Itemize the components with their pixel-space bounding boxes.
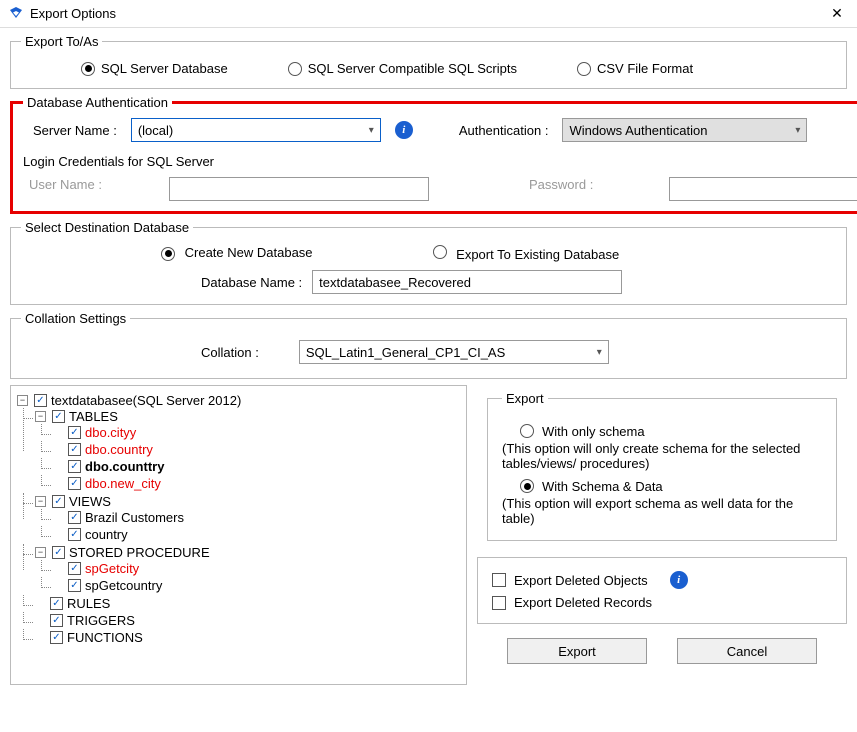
export-to-as-group: Export To/As SQL Server Database SQL Ser… [10,34,847,89]
radio-label: SQL Server Compatible SQL Scripts [308,61,517,76]
radio-create-new-db[interactable]: Create New Database [161,245,313,262]
collapse-icon[interactable]: − [35,411,46,422]
info-icon[interactable]: i [395,121,413,139]
export-to-as-legend: Export To/As [21,34,102,49]
collation-value: SQL_Latin1_General_CP1_CI_AS [306,345,505,360]
tree-checkbox[interactable]: ✓ [52,546,65,559]
radio-label: SQL Server Database [101,61,228,76]
tree-item[interactable]: dbo.new_city [85,476,161,491]
tree-checkbox[interactable]: ✓ [52,495,65,508]
tree-item[interactable]: spGetcountry [85,578,162,593]
schema-data-description: (This option will export schema as well … [502,496,793,526]
tree-checkbox[interactable]: ✓ [50,614,63,627]
radio-with-schema-data[interactable]: With Schema & Data [542,479,663,494]
tree-checkbox[interactable]: ✓ [68,477,81,490]
tree-item[interactable]: spGetcity [85,561,139,576]
checkbox-export-deleted-records[interactable] [492,596,506,610]
tree-item[interactable]: country [85,527,128,542]
radio-icon[interactable] [520,479,534,493]
collation-select[interactable]: SQL_Latin1_General_CP1_CI_AS ▾ [299,340,609,364]
export-deleted-records-label: Export Deleted Records [514,595,652,610]
schema-only-description: (This option will only create schema for… [502,441,800,471]
tree-checkbox[interactable]: ✓ [52,410,65,423]
database-name-label: Database Name : [201,275,302,290]
radio-sql-server-db[interactable]: SQL Server Database [81,61,228,76]
chevron-down-icon: ▾ [597,347,602,358]
radio-label: Create New Database [185,245,313,260]
password-label: Password : [529,177,629,201]
collation-settings-legend: Collation Settings [21,311,130,326]
collapse-icon[interactable]: − [35,496,46,507]
radio-icon [433,245,447,259]
radio-label: Export To Existing Database [456,247,619,262]
tree-root[interactable]: textdatabasee(SQL Server 2012) [51,393,241,408]
authentication-value: Windows Authentication [569,123,707,138]
export-options-group: Export With only schema (This option wil… [487,391,837,541]
collapse-icon[interactable]: − [35,547,46,558]
export-options-legend: Export [502,391,548,406]
server-name-label: Server Name : [33,123,117,138]
database-authentication-group: Database Authentication Server Name : (l… [10,95,857,214]
tree-item[interactable]: dbo.counttry [85,459,164,474]
radio-export-existing-db[interactable]: Export To Existing Database [433,245,620,262]
radio-with-only-schema[interactable]: With only schema [542,424,645,439]
collapse-icon[interactable]: − [17,395,28,406]
destination-database-legend: Select Destination Database [21,220,193,235]
info-icon[interactable]: i [670,571,688,589]
app-icon [8,6,24,22]
database-name-input[interactable] [312,270,622,294]
tree-checkbox[interactable]: ✓ [68,443,81,456]
chevron-down-icon: ▾ [369,125,374,136]
radio-icon[interactable] [520,424,534,438]
server-name-select[interactable]: (local) ▾ [131,118,381,142]
destination-database-group: Select Destination Database Create New D… [10,220,847,305]
tree-checkbox[interactable]: ✓ [68,562,81,575]
tree-item[interactable]: dbo.country [85,442,153,457]
close-icon[interactable]: ✕ [825,5,849,22]
tree-checkbox[interactable]: ✓ [50,631,63,644]
server-name-value: (local) [138,123,173,138]
tree-procedures[interactable]: STORED PROCEDURE [69,545,210,560]
password-input[interactable] [669,177,857,201]
tree-functions[interactable]: FUNCTIONS [67,630,143,645]
login-credentials-header: Login Credentials for SQL Server [23,154,857,169]
chevron-down-icon: ▾ [795,125,800,136]
username-label: User Name : [29,177,129,201]
collation-label: Collation : [201,345,259,360]
export-deleted-group: Export Deleted Objects i Export Deleted … [477,557,847,624]
tree-rules[interactable]: RULES [67,596,110,611]
database-authentication-legend: Database Authentication [23,95,172,110]
tree-checkbox[interactable]: ✓ [68,528,81,541]
tree-triggers[interactable]: TRIGGERS [67,613,135,628]
window-title: Export Options [30,6,825,21]
tree-views[interactable]: VIEWS [69,494,111,509]
radio-sql-scripts[interactable]: SQL Server Compatible SQL Scripts [288,61,517,76]
tree-item[interactable]: dbo.cityy [85,425,136,440]
authentication-select[interactable]: Windows Authentication ▾ [562,118,807,142]
radio-icon [81,62,95,76]
export-deleted-objects-label: Export Deleted Objects [514,573,648,588]
tree-checkbox[interactable]: ✓ [68,426,81,439]
checkbox-export-deleted-objects[interactable] [492,573,506,587]
radio-csv[interactable]: CSV File Format [577,61,693,76]
tree-item[interactable]: Brazil Customers [85,510,184,525]
radio-icon [161,247,175,261]
object-tree[interactable]: − ✓ textdatabasee(SQL Server 2012) − ✓ T… [10,385,467,685]
username-input[interactable] [169,177,429,201]
tree-checkbox[interactable]: ✓ [34,394,47,407]
radio-icon [288,62,302,76]
radio-label: CSV File Format [597,61,693,76]
tree-checkbox[interactable]: ✓ [68,511,81,524]
tree-checkbox[interactable]: ✓ [68,579,81,592]
titlebar: Export Options ✕ [0,0,857,28]
export-button[interactable]: Export [507,638,647,664]
authentication-label: Authentication : [459,123,549,138]
tree-checkbox[interactable]: ✓ [68,460,81,473]
tree-tables[interactable]: TABLES [69,409,118,424]
tree-checkbox[interactable]: ✓ [50,597,63,610]
collation-settings-group: Collation Settings Collation : SQL_Latin… [10,311,847,379]
cancel-button[interactable]: Cancel [677,638,817,664]
radio-icon [577,62,591,76]
